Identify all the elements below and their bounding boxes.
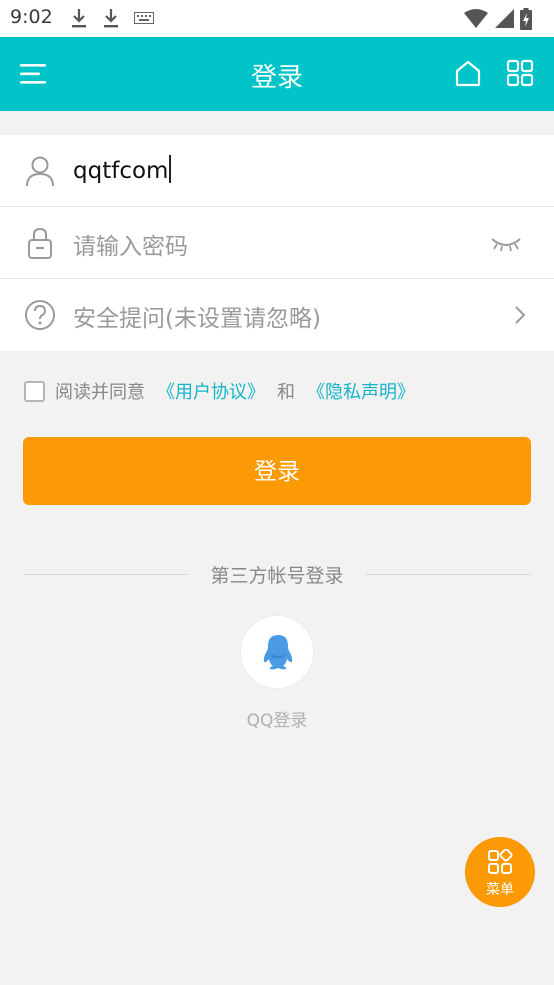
password-field[interactable]: 请输入密码	[0, 207, 554, 279]
third-party-divider: 第三方帐号登录	[23, 561, 531, 587]
question-circle-icon	[25, 300, 55, 330]
menu-grid-icon	[488, 849, 513, 874]
security-question-select[interactable]: 安全提问(未设置请忽略)	[73, 299, 321, 333]
text-cursor	[169, 155, 172, 183]
password-input[interactable]: 请输入密码	[73, 227, 188, 261]
login-button[interactable]: 登录	[23, 437, 531, 505]
chevron-right-icon	[515, 306, 526, 324]
status-bar: 9:02	[0, 0, 554, 37]
wifi-icon	[464, 9, 488, 28]
username-input[interactable]: qqtfcom	[73, 155, 172, 184]
user-agreement-link[interactable]: 《用户协议》	[157, 378, 265, 404]
agreement-conjunction: 和	[277, 382, 295, 403]
username-field[interactable]: qqtfcom	[0, 135, 554, 207]
privacy-policy-link[interactable]: 《隐私声明》	[307, 378, 415, 404]
download-icon	[104, 9, 118, 28]
security-question-field[interactable]: 安全提问(未设置请忽略)	[0, 279, 554, 351]
agreement-checkbox[interactable]	[24, 380, 45, 402]
app-bar: 登录	[0, 37, 554, 111]
lock-icon	[28, 227, 52, 259]
divider-line-right	[366, 574, 531, 575]
keyboard-icon	[134, 12, 154, 24]
agreement-row: 阅读并同意 《用户协议》 和 《隐私声明》	[24, 378, 427, 404]
user-icon	[26, 156, 54, 187]
home-icon[interactable]	[454, 59, 482, 87]
notification-icons	[70, 8, 154, 28]
floating-menu-button[interactable]: 菜单	[465, 837, 535, 907]
username-value: qqtfcom	[73, 158, 169, 184]
agreement-prefix: 阅读并同意	[55, 382, 145, 403]
floating-menu-label: 菜单	[486, 882, 514, 898]
qq-penguin-icon	[263, 635, 293, 670]
qq-login-label: QQ登录	[246, 711, 308, 731]
apps-grid-icon[interactable]	[506, 59, 534, 87]
download-icon	[72, 9, 86, 28]
signal-icon	[495, 9, 514, 28]
qq-login-button[interactable]	[240, 615, 314, 689]
battery-icon	[520, 8, 532, 30]
system-icons	[464, 8, 532, 30]
eye-closed-icon[interactable]	[490, 235, 522, 253]
status-time: 9:02	[10, 6, 53, 28]
login-form: qqtfcom 请输入密码 安全提问(未设置请忽略)	[0, 135, 554, 351]
